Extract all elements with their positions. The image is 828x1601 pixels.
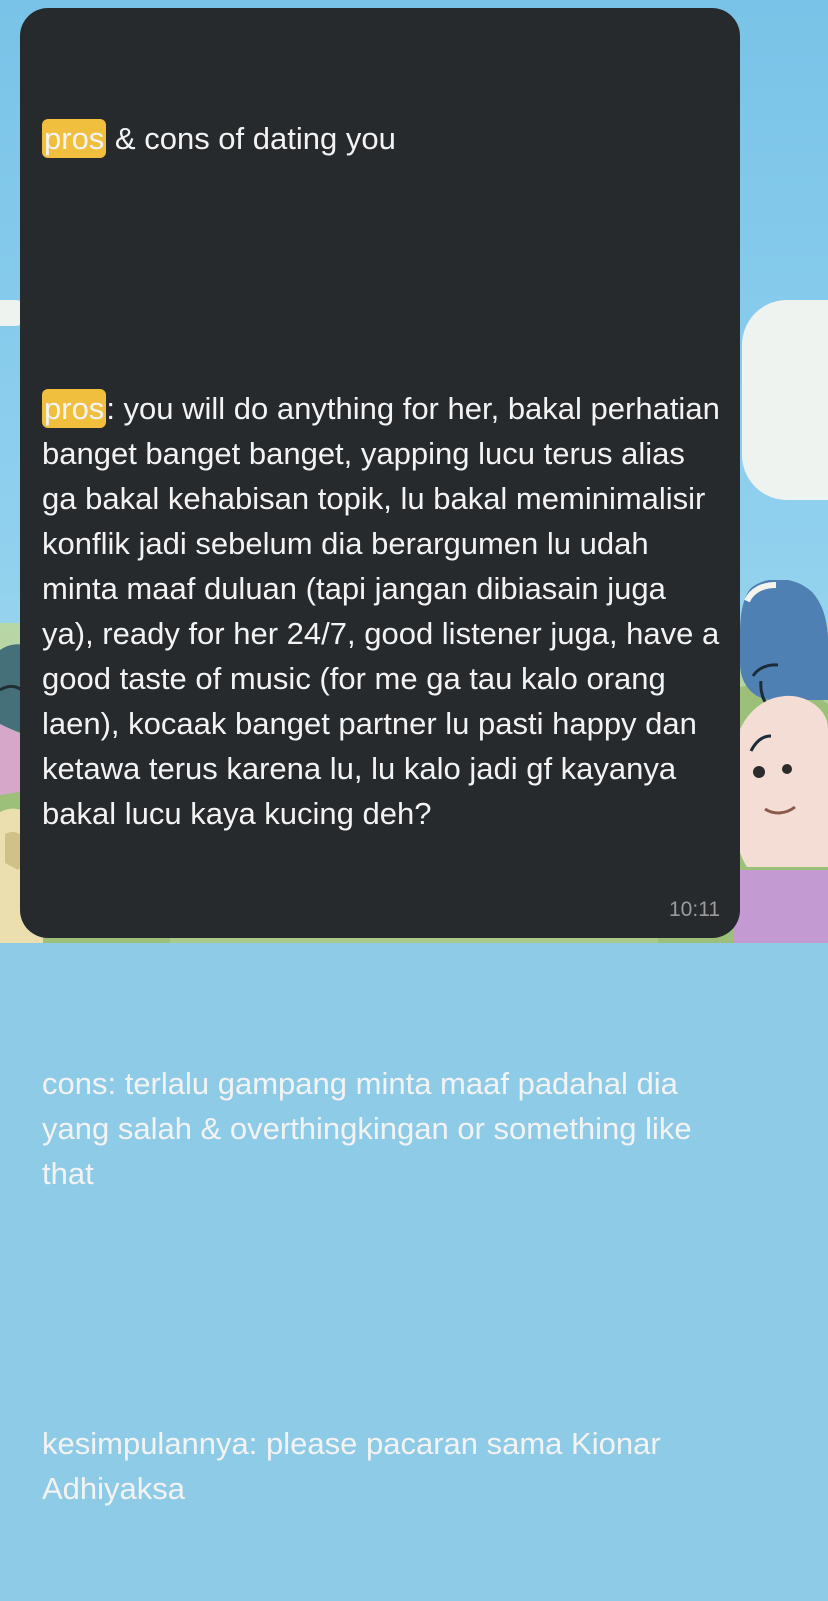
- message-text: pros & cons of dating you pros: you will…: [42, 26, 722, 1601]
- highlighted-word: pros: [42, 119, 107, 158]
- pros-paragraph: pros: you will do anything for her, baka…: [42, 386, 722, 836]
- cloud-shape: [742, 300, 828, 500]
- cartoon-character-icon: [733, 580, 828, 943]
- message-bubble[interactable]: pros & cons of dating you pros: you will…: [20, 8, 740, 1506]
- cons-paragraph: cons: terlalu gampang minta maaf padahal…: [42, 1066, 701, 1191]
- header-text: & cons of dating you: [106, 121, 396, 156]
- conclusion-paragraph: kesimpulannya: please pacaran sama Kiona…: [42, 1426, 668, 1506]
- pros-text: : you will do anything for her, bakal pe…: [42, 391, 729, 831]
- message-header: pros & cons of dating you: [42, 116, 722, 161]
- pros-label: pros: [42, 389, 107, 428]
- message-timestamp: 10:11: [669, 898, 720, 921]
